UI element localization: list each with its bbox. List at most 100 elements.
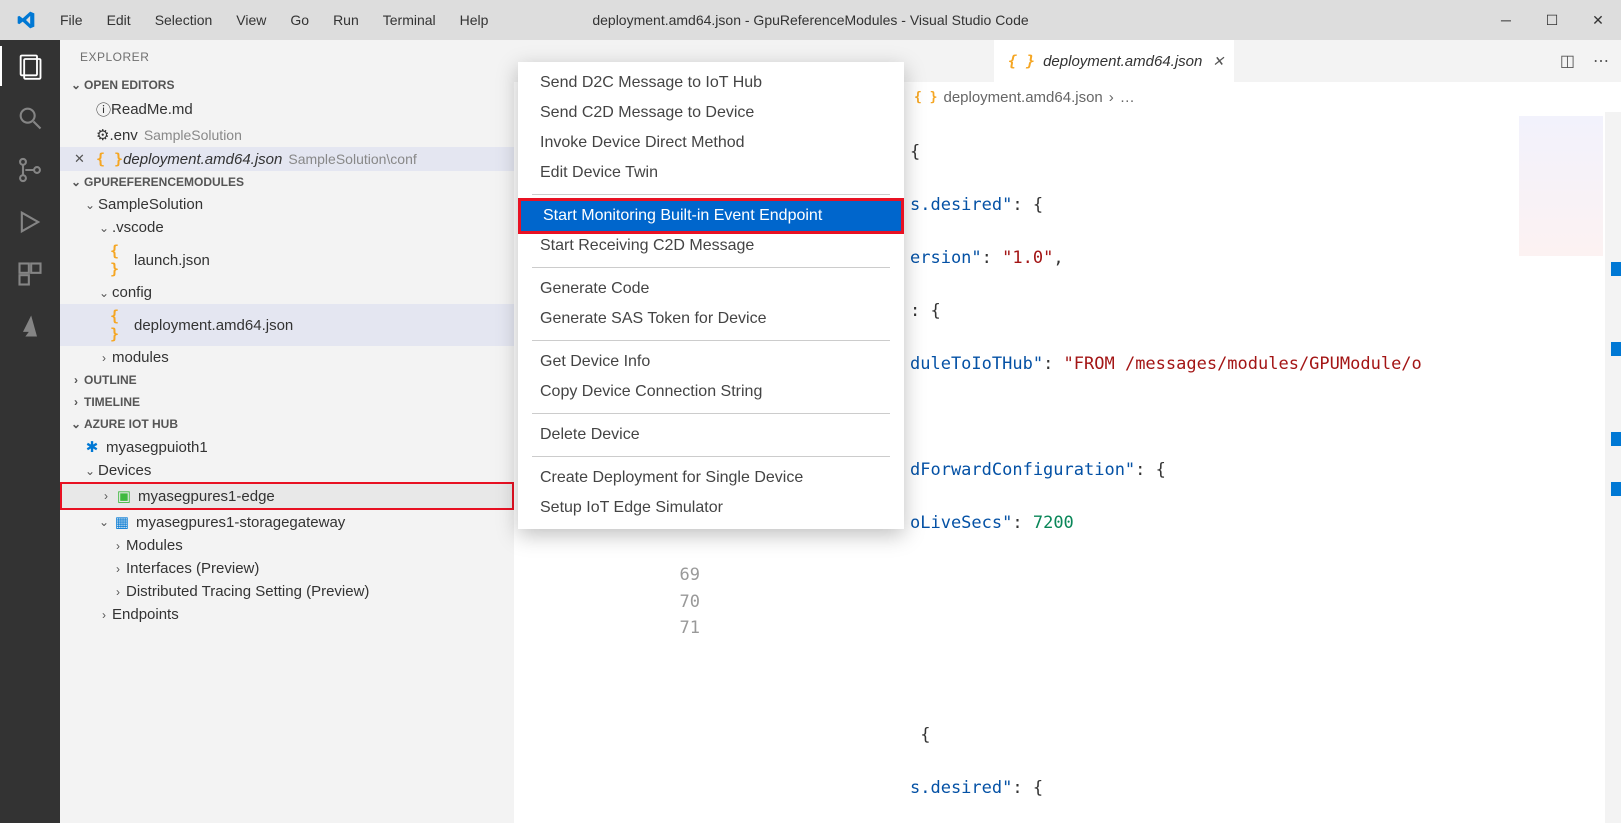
- close-button[interactable]: ✕: [1575, 0, 1621, 40]
- json-icon: { }: [110, 242, 130, 278]
- chevron-down-icon: ⌄: [68, 417, 84, 431]
- iot-hub-section[interactable]: ⌄AZURE IOT HUB: [60, 413, 514, 435]
- chevron-right-icon: ›: [68, 395, 84, 409]
- iot-hub-item[interactable]: ✱myasegpuioth1: [60, 435, 514, 459]
- menu-terminal[interactable]: Terminal: [371, 12, 448, 28]
- open-editor-readme[interactable]: ⓘ ReadMe.md: [60, 96, 514, 123]
- mi-start-receiving[interactable]: Start Receiving C2D Message: [518, 231, 904, 261]
- tree-label: modules: [112, 349, 169, 366]
- explorer-icon[interactable]: [16, 52, 44, 80]
- mi-start-monitoring[interactable]: Start Monitoring Built-in Event Endpoint: [521, 201, 901, 231]
- search-icon[interactable]: [16, 104, 44, 132]
- run-debug-icon[interactable]: [16, 208, 44, 236]
- chevron-down-icon: ⌄: [96, 286, 112, 300]
- chevron-right-icon: ›: [68, 373, 84, 387]
- minimize-button[interactable]: ─: [1483, 0, 1529, 40]
- mi-create-deployment[interactable]: Create Deployment for Single Device: [518, 463, 904, 493]
- separator: [532, 456, 890, 457]
- open-editor-label: .env: [109, 127, 137, 144]
- activity-bar: [0, 40, 60, 823]
- overview-ruler[interactable]: [1605, 112, 1621, 823]
- open-editor-env[interactable]: ⚙ .env SampleSolution: [60, 123, 514, 147]
- mi-send-d2c[interactable]: Send D2C Message to IoT Hub: [518, 68, 904, 98]
- tab-label: deployment.amd64.json: [1043, 53, 1202, 70]
- mi-invoke-method[interactable]: Invoke Device Direct Method: [518, 128, 904, 158]
- editor-actions: ◫ ⋯: [1560, 51, 1609, 71]
- device-icon: ▦: [112, 513, 132, 531]
- open-editor-deployment[interactable]: ✕ { } deployment.amd64.json SampleSoluti…: [60, 147, 514, 171]
- mi-send-c2d[interactable]: Send C2D Message to Device: [518, 98, 904, 128]
- open-editor-path: SampleSolution\conf: [288, 151, 416, 167]
- more-icon[interactable]: ⋯: [1593, 51, 1609, 71]
- breadcrumb-file: deployment.amd64.json: [943, 89, 1102, 106]
- iot-modules-item[interactable]: ›Modules: [60, 534, 514, 557]
- iot-hub-label: AZURE IOT HUB: [84, 417, 178, 431]
- iot-devices-item[interactable]: ⌄Devices: [60, 459, 514, 482]
- window-title: deployment.amd64.json - GpuReferenceModu…: [592, 12, 1028, 28]
- json-icon: { }: [96, 150, 123, 168]
- mi-edit-twin[interactable]: Edit Device Twin: [518, 158, 904, 188]
- mi-setup-simulator[interactable]: Setup IoT Edge Simulator: [518, 493, 904, 523]
- explorer-title: EXPLORER: [60, 40, 514, 74]
- outline-label: OUTLINE: [84, 373, 137, 387]
- iot-endpoints-item[interactable]: ›Endpoints: [60, 603, 514, 626]
- mi-generate-code[interactable]: Generate Code: [518, 274, 904, 304]
- menu-run[interactable]: Run: [321, 12, 371, 28]
- iot-storage-device[interactable]: ⌄▦myasegpures1-storagegateway: [60, 510, 514, 534]
- ruler-mark: [1611, 262, 1621, 276]
- mi-generate-sas[interactable]: Generate SAS Token for Device: [518, 304, 904, 334]
- iot-hub-icon: ✱: [82, 438, 102, 456]
- chevron-down-icon: ⌄: [96, 515, 112, 529]
- context-menu: Send D2C Message to IoT Hub Send C2D Mes…: [518, 62, 904, 529]
- chevron-down-icon: ⌄: [68, 175, 84, 189]
- separator: [532, 413, 890, 414]
- chevron-right-icon: ›: [98, 489, 114, 503]
- timeline-section[interactable]: ›TIMELINE: [60, 391, 514, 413]
- iot-edge-device[interactable]: ›▣myasegpures1-edge: [60, 482, 514, 510]
- tree-label: myasegpures1-edge: [138, 488, 275, 505]
- iot-interfaces-item[interactable]: ›Interfaces (Preview): [60, 557, 514, 580]
- menu-go[interactable]: Go: [278, 12, 321, 28]
- menu-file[interactable]: File: [48, 12, 95, 28]
- tree-vscode[interactable]: ⌄.vscode: [60, 216, 514, 239]
- menu-selection[interactable]: Selection: [143, 12, 225, 28]
- workspace-section[interactable]: ⌄ GPUREFERENCEMODULES: [60, 171, 514, 193]
- menu-view[interactable]: View: [224, 12, 278, 28]
- close-icon[interactable]: ✕: [1212, 53, 1224, 70]
- json-icon: { }: [1008, 52, 1035, 70]
- tree-label: Endpoints: [112, 606, 179, 623]
- tree-label: .vscode: [112, 219, 164, 236]
- workspace-label: GPUREFERENCEMODULES: [84, 175, 244, 189]
- open-editor-path: SampleSolution: [144, 127, 242, 143]
- source-control-icon[interactable]: [16, 156, 44, 184]
- outline-section[interactable]: ›OUTLINE: [60, 369, 514, 391]
- menu-edit[interactable]: Edit: [95, 12, 143, 28]
- mi-get-device-info[interactable]: Get Device Info: [518, 347, 904, 377]
- mi-delete-device[interactable]: Delete Device: [518, 420, 904, 450]
- separator: [532, 340, 890, 341]
- chevron-right-icon: ›: [1109, 89, 1114, 106]
- tree-modules[interactable]: ›modules: [60, 346, 514, 369]
- timeline-label: TIMELINE: [84, 395, 140, 409]
- editor-tab-deployment[interactable]: { } deployment.amd64.json ✕: [994, 40, 1235, 82]
- tree-config[interactable]: ⌄config: [60, 281, 514, 304]
- split-editor-icon[interactable]: ◫: [1560, 51, 1575, 71]
- open-editor-label: ReadMe.md: [111, 101, 193, 118]
- vscode-logo-icon: [16, 10, 36, 30]
- open-editors-section[interactable]: ⌄ OPEN EDITORS: [60, 74, 514, 96]
- tree-label: Interfaces (Preview): [126, 560, 259, 577]
- iot-tracing-item[interactable]: ›Distributed Tracing Setting (Preview): [60, 580, 514, 603]
- minimap[interactable]: [1519, 116, 1603, 256]
- tree-sample[interactable]: ⌄SampleSolution: [60, 193, 514, 216]
- extensions-icon[interactable]: [16, 260, 44, 288]
- tree-deployment[interactable]: { }deployment.amd64.json: [60, 304, 514, 346]
- azure-icon[interactable]: [16, 312, 44, 340]
- tree-launch[interactable]: { }launch.json: [60, 239, 514, 281]
- maximize-button[interactable]: ☐: [1529, 0, 1575, 40]
- menu-help[interactable]: Help: [448, 12, 501, 28]
- open-editor-label: deployment.amd64.json: [123, 151, 282, 168]
- tree-label: Modules: [126, 537, 183, 554]
- tree-label: launch.json: [134, 252, 210, 269]
- close-icon[interactable]: ✕: [74, 151, 92, 167]
- mi-copy-conn[interactable]: Copy Device Connection String: [518, 377, 904, 407]
